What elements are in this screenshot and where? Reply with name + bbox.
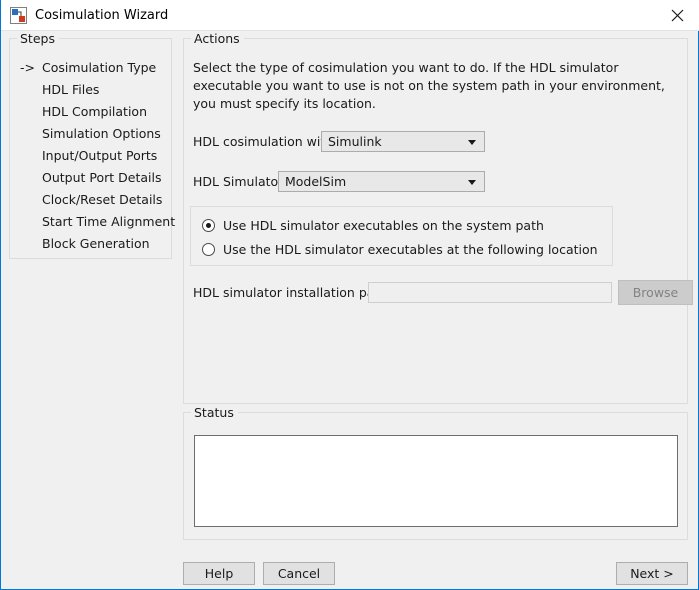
- hdl-simulator-label: HDL Simulator:: [193, 171, 287, 192]
- hdl-simulator-dropdown[interactable]: ModelSim: [278, 171, 485, 192]
- simulink-block-icon: [10, 7, 27, 24]
- sidebar-item-label: Clock/Reset Details: [42, 189, 162, 211]
- sidebar-item-hdl-compilation[interactable]: HDL Compilation: [10, 101, 173, 123]
- title-bar: Cosimulation Wizard: [1, 0, 699, 31]
- sidebar-item-label: HDL Compilation: [42, 101, 147, 123]
- sidebar-item-label: Output Port Details: [42, 167, 161, 189]
- actions-panel-legend: Actions: [191, 31, 244, 46]
- cosim-with-dropdown[interactable]: Simulink: [321, 131, 485, 152]
- radio-selected-icon: [202, 219, 215, 232]
- sidebar-item-output-port-details[interactable]: Output Port Details: [10, 167, 173, 189]
- sidebar-item-label: Block Generation: [42, 233, 150, 255]
- status-panel: Status: [183, 412, 688, 540]
- sidebar-item-label: Input/Output Ports: [42, 145, 157, 167]
- sidebar-item-input-output-ports[interactable]: Input/Output Ports: [10, 145, 173, 167]
- cosimulation-wizard-window: Cosimulation Wizard Steps ->Cosimulation…: [0, 0, 699, 590]
- close-icon[interactable]: [654, 0, 699, 30]
- sidebar-item-label: Cosimulation Type: [42, 57, 156, 79]
- sidebar-item-label: Start Time Alignment: [42, 211, 175, 233]
- cosim-with-value: Simulink: [328, 132, 382, 151]
- executable-location-radio-group: Use HDL simulator executables on the sys…: [190, 206, 613, 266]
- status-panel-legend: Status: [191, 405, 238, 420]
- sidebar-item-label: HDL Files: [42, 79, 99, 101]
- help-button[interactable]: Help: [183, 562, 255, 585]
- install-path-label: HDL simulator installation path:: [193, 282, 391, 303]
- status-output-area[interactable]: [194, 435, 678, 527]
- sidebar-item-simulation-options[interactable]: Simulation Options: [10, 123, 173, 145]
- next-button[interactable]: Next >: [616, 562, 688, 585]
- sidebar-item-clock-reset-details[interactable]: Clock/Reset Details: [10, 189, 173, 211]
- sidebar-item-label: Simulation Options: [42, 123, 161, 145]
- cancel-button[interactable]: Cancel: [263, 562, 335, 585]
- sidebar-item-start-time-alignment[interactable]: Start Time Alignment: [10, 211, 173, 233]
- chevron-down-icon: [468, 140, 476, 145]
- radio-custom-location-label: Use the HDL simulator executables at the…: [223, 240, 598, 260]
- browse-button[interactable]: Browse: [618, 280, 693, 305]
- sidebar-item-hdl-files[interactable]: HDL Files: [10, 79, 173, 101]
- chevron-down-icon: [468, 180, 476, 185]
- install-path-input[interactable]: [368, 282, 612, 303]
- hdl-simulator-value: ModelSim: [285, 172, 346, 191]
- sidebar-item-cosimulation-type[interactable]: ->Cosimulation Type: [10, 57, 173, 79]
- actions-panel: Actions Select the type of cosimulation …: [183, 38, 688, 404]
- radio-unselected-icon: [202, 243, 215, 256]
- sidebar-item-block-generation[interactable]: Block Generation: [10, 233, 173, 255]
- steps-panel: Steps ->Cosimulation Type HDL Files HDL …: [9, 38, 172, 259]
- window-title: Cosimulation Wizard: [35, 7, 168, 24]
- actions-description: Select the type of cosimulation you want…: [193, 59, 681, 113]
- cosim-with-label: HDL cosimulation with:: [193, 131, 337, 152]
- steps-panel-legend: Steps: [17, 31, 59, 46]
- steps-list: ->Cosimulation Type HDL Files HDL Compil…: [10, 57, 173, 255]
- current-step-arrow: ->: [20, 57, 42, 79]
- radio-system-path-label: Use HDL simulator executables on the sys…: [223, 216, 544, 236]
